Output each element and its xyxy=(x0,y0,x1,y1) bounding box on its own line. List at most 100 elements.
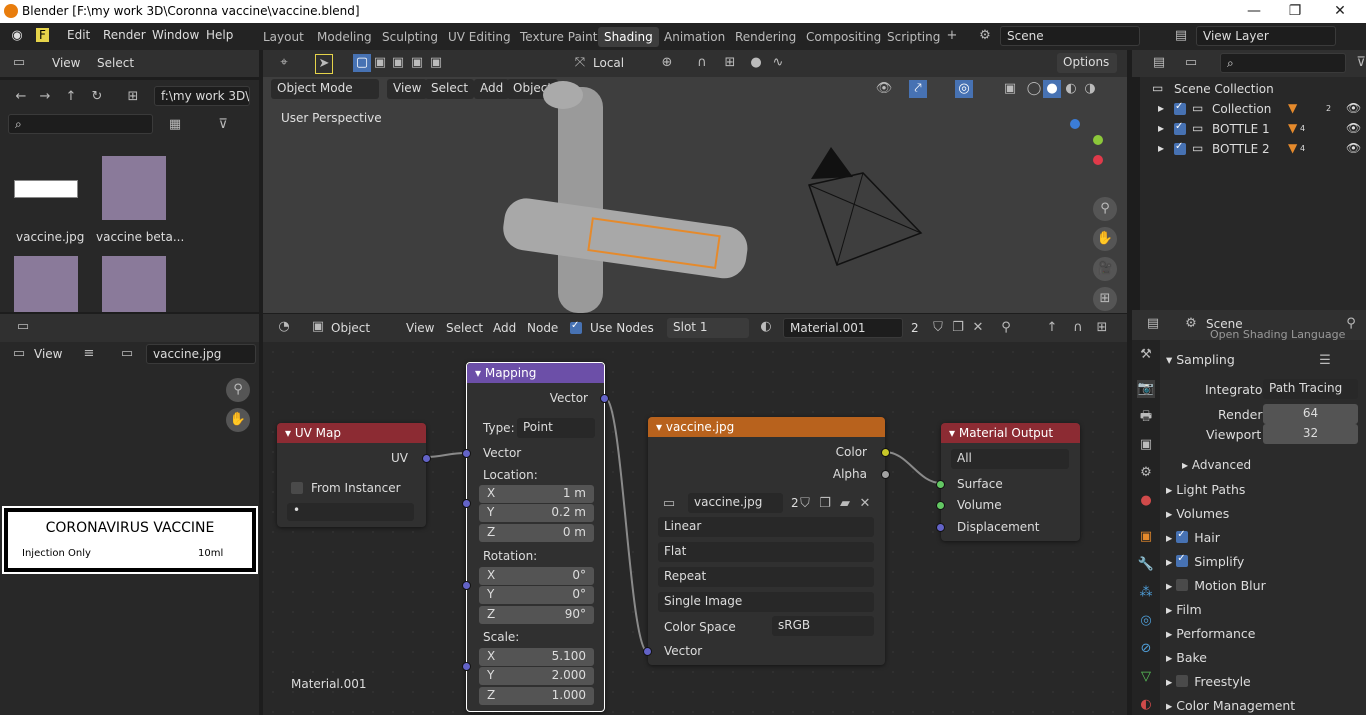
tab-compositing[interactable]: Compositing xyxy=(800,27,887,47)
tab-layout[interactable]: Layout xyxy=(257,27,310,47)
zoom-icon[interactable]: ⚲ xyxy=(1093,197,1117,221)
menu-help[interactable]: Help xyxy=(206,28,233,42)
scale-z[interactable]: Z 1.000 xyxy=(479,687,594,705)
duplicate-icon[interactable]: ❐ xyxy=(816,495,834,513)
material-field[interactable]: Material.001 xyxy=(783,318,903,338)
node-menu-add[interactable]: Add xyxy=(493,321,516,335)
viewport-samples-field[interactable]: 32 xyxy=(1263,424,1358,444)
editor-type-icon[interactable]: ▤ xyxy=(1150,54,1168,72)
image-field[interactable]: vaccine.jpg xyxy=(688,493,783,513)
expand-icon[interactable]: ▸ xyxy=(1158,101,1164,115)
tab-uv-editing[interactable]: UV Editing xyxy=(442,27,517,47)
fake-user-icon[interactable]: ⛉ xyxy=(796,495,814,513)
tab-shading[interactable]: Shading xyxy=(598,27,659,47)
expand-icon[interactable]: ▸ xyxy=(1158,141,1164,155)
navigation-gizmo[interactable] xyxy=(1063,117,1113,187)
extension-select[interactable]: Repeat xyxy=(658,567,874,587)
select-mode-icon[interactable]: ▣ xyxy=(371,54,389,72)
section-checkbox[interactable] xyxy=(1176,579,1189,591)
select-mode-icon[interactable]: ▢ xyxy=(353,54,371,72)
vector-input-socket[interactable] xyxy=(643,647,652,656)
snap-icon[interactable]: ∩ xyxy=(1069,319,1087,337)
tab-animation[interactable]: Animation xyxy=(658,27,731,47)
search-input[interactable]: ⌕ xyxy=(8,114,153,134)
outliner-item-bottle1[interactable]: ▸ ▭ BOTTLE 1 ▼ 4 👁 xyxy=(1140,119,1366,139)
snap-target-icon[interactable]: ⊞ xyxy=(721,54,739,72)
editor-type-icon[interactable]: ▭ xyxy=(10,54,28,72)
use-nodes-checkbox[interactable] xyxy=(570,320,582,334)
interpolation-select[interactable]: Linear xyxy=(658,517,874,537)
editor-type-icon[interactable]: ◔ xyxy=(275,318,293,336)
eye-icon[interactable]: 👁 xyxy=(1346,141,1361,155)
node-menu-view[interactable]: View xyxy=(406,321,434,335)
menu-window[interactable]: Window xyxy=(152,28,199,42)
location-socket[interactable] xyxy=(462,499,471,508)
object-icon[interactable]: ▣ xyxy=(309,318,327,336)
parent-dir-icon[interactable]: ↑ xyxy=(62,88,80,106)
constraints-tab-icon[interactable]: ⊘ xyxy=(1137,640,1155,658)
scale-x[interactable]: X 5.100 xyxy=(479,648,594,666)
pivot-icon[interactable]: ⊕ xyxy=(658,54,676,72)
section-checkbox[interactable] xyxy=(1176,553,1189,567)
section-hair[interactable]: ▸ Hair xyxy=(1166,529,1220,545)
scene-field[interactable]: Scene xyxy=(1000,26,1140,46)
source-select[interactable]: Single Image xyxy=(658,592,874,612)
image-node-header[interactable]: ▾ vaccine.jpg xyxy=(648,417,885,437)
file-thumb[interactable] xyxy=(14,256,78,312)
section-performance[interactable]: ▸ Performance xyxy=(1166,626,1255,641)
physics-tab-icon[interactable]: ◎ xyxy=(1137,612,1155,630)
image-browse-icon[interactable]: ▭ xyxy=(660,495,678,513)
3d-viewport[interactable]: Object Mode View Select Add Object User … xyxy=(263,77,1127,313)
location-z[interactable]: Z0 m xyxy=(479,524,594,542)
uvmap-node-header[interactable]: ▾ UV Map xyxy=(277,423,426,443)
outliner-item-bottle2[interactable]: ▸ ▭ BOTTLE 2 ▼ 4 👁 xyxy=(1140,139,1366,159)
orientation-select[interactable]: Local xyxy=(593,56,624,70)
render-tab-icon[interactable]: 📷 xyxy=(1137,380,1155,398)
tab-rendering[interactable]: Rendering xyxy=(729,27,802,47)
advanced-subsection[interactable]: ▸ Advanced xyxy=(1182,458,1251,472)
vector-input-socket[interactable] xyxy=(462,449,471,458)
options-button[interactable]: Options xyxy=(1057,53,1117,73)
parent-tree-icon[interactable]: ↑ xyxy=(1043,319,1061,337)
image-editor[interactable]: ▭ View ≡ ▭ vaccine.jpg ⚲ ✋ CORONAVIRUS V… xyxy=(0,342,259,715)
rotation-z[interactable]: Z 90° xyxy=(479,606,594,624)
surface-input-socket[interactable] xyxy=(936,480,945,489)
file-thumb-vaccine[interactable] xyxy=(14,180,78,198)
location-y[interactable]: Y 0.2 m xyxy=(479,504,594,522)
refresh-icon[interactable]: ↻ xyxy=(88,88,106,106)
data-tab-icon[interactable]: ▽ xyxy=(1137,668,1155,686)
ortho-toggle-icon[interactable]: ⊞ xyxy=(1093,287,1117,311)
proportional-icon[interactable]: ● xyxy=(747,54,765,72)
eye-icon[interactable]: 👁 xyxy=(1346,121,1361,135)
section-light-paths[interactable]: ▸ Light Paths xyxy=(1166,482,1245,497)
pan-icon[interactable]: ✋ xyxy=(1093,227,1117,251)
scene-icon[interactable]: ⚙ xyxy=(976,27,994,45)
tab-scripting[interactable]: Scripting xyxy=(881,27,946,47)
location-x[interactable]: X1 m xyxy=(479,485,594,503)
outliner-search[interactable]: ⌕ xyxy=(1220,53,1346,73)
view-layer-icon[interactable]: ▤ xyxy=(1172,27,1190,45)
preset-list-icon[interactable]: ☰ xyxy=(1316,352,1334,370)
section-checkbox[interactable] xyxy=(1176,675,1189,687)
shader-type-select[interactable]: Object xyxy=(331,321,370,335)
target-select[interactable]: All xyxy=(951,449,1069,469)
exclude-checkbox[interactable] xyxy=(1174,121,1186,135)
world-tab-icon[interactable]: ● xyxy=(1137,492,1155,510)
outliner-item-collection[interactable]: ▸ ▭ Collection ▼ 2 👁 xyxy=(1140,99,1366,119)
filter-icon[interactable]: ⊽ xyxy=(214,116,232,134)
filebrowser-menu-view[interactable]: View xyxy=(52,56,80,70)
exclude-checkbox[interactable] xyxy=(1174,141,1186,155)
section-color-management[interactable]: ▸ Color Management xyxy=(1166,698,1295,713)
select-mode-icon[interactable]: ▣ xyxy=(389,54,407,72)
section-checkbox[interactable] xyxy=(1176,529,1189,543)
section-film[interactable]: ▸ Film xyxy=(1166,602,1202,617)
color-output-socket[interactable] xyxy=(881,448,890,457)
editor-type-icon[interactable]: ▭ xyxy=(14,318,32,336)
duplicate-icon[interactable]: ❐ xyxy=(949,319,967,337)
node-menu-select[interactable]: Select xyxy=(446,321,483,335)
new-folder-icon[interactable]: ⊞ xyxy=(124,88,142,106)
maximize-button[interactable]: ❐ xyxy=(1275,2,1315,20)
material-icon[interactable]: ◐ xyxy=(757,318,775,336)
sampling-section[interactable]: ▾ Sampling xyxy=(1166,352,1235,367)
alpha-output-socket[interactable] xyxy=(881,470,890,479)
